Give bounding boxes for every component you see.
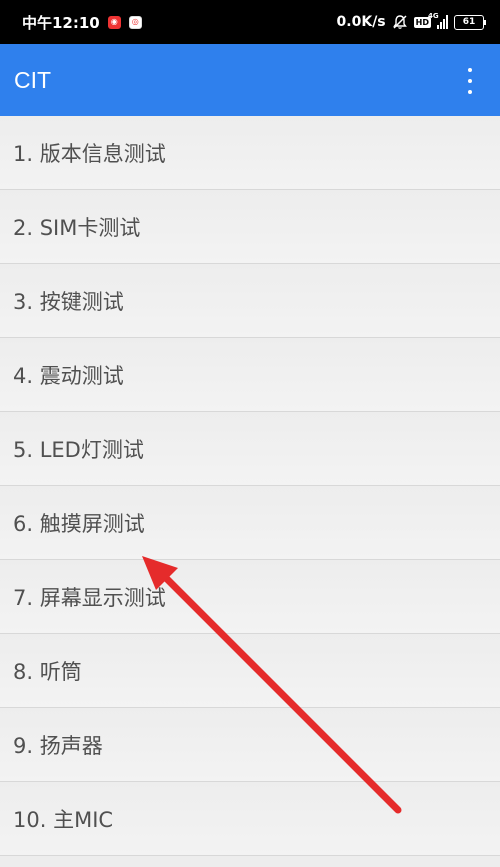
status-right: 0.0K/s HD 4G 61 <box>336 0 486 44</box>
list-item-label: 3. 按键测试 <box>13 289 124 314</box>
network-type: 4G <box>428 12 439 20</box>
list-item-label: 10. 主MIC <box>13 807 114 832</box>
page-title: CIT <box>14 67 52 93</box>
list-item-label: 1. 版本信息测试 <box>13 141 166 166</box>
list-item-receiver[interactable]: 8. 听筒 <box>0 634 500 708</box>
list-item-keys[interactable]: 3. 按键测试 <box>0 264 500 338</box>
list-item-touchscreen[interactable]: 6. 触摸屏测试 <box>0 486 500 560</box>
battery-icon: 61 <box>454 14 486 30</box>
white-app-icon: ◎ <box>128 15 142 29</box>
status-time: 中午12:10 <box>22 13 100 32</box>
list-item-version-info[interactable]: 1. 版本信息测试 <box>0 116 500 190</box>
network-speed: 0.0K/s <box>336 14 386 30</box>
signal-icon: 4G <box>428 12 448 29</box>
list-item-speaker[interactable]: 9. 扬声器 <box>0 708 500 782</box>
list-item-label: 8. 听筒 <box>13 659 82 684</box>
app-bar: CIT <box>0 44 500 116</box>
list-item-label: 2. SIM卡测试 <box>13 215 141 240</box>
red-app-icon: ◉ <box>107 15 121 29</box>
list-item-label: 6. 触摸屏测试 <box>13 511 145 536</box>
list-item-sim-card[interactable]: 2. SIM卡测试 <box>0 190 500 264</box>
test-list: 1. 版本信息测试 2. SIM卡测试 3. 按键测试 4. 震动测试 5. L… <box>0 116 500 856</box>
list-item-label: 5. LED灯测试 <box>13 437 144 462</box>
list-item-display[interactable]: 7. 屏幕显示测试 <box>0 560 500 634</box>
list-item-led[interactable]: 5. LED灯测试 <box>0 412 500 486</box>
list-item-label: 9. 扬声器 <box>13 733 103 758</box>
status-bar: 中午12:10 ◉ ◎ 0.0K/s HD 4G 61 <box>0 0 500 44</box>
muted-bell-icon <box>392 15 407 29</box>
list-item-label: 4. 震动测试 <box>13 363 124 388</box>
status-left: 中午12:10 ◉ ◎ <box>22 0 142 44</box>
list-item-main-mic[interactable]: 10. 主MIC <box>0 782 500 856</box>
list-item-label: 7. 屏幕显示测试 <box>13 585 166 610</box>
list-item-vibration[interactable]: 4. 震动测试 <box>0 338 500 412</box>
overflow-menu-icon[interactable] <box>458 68 482 94</box>
